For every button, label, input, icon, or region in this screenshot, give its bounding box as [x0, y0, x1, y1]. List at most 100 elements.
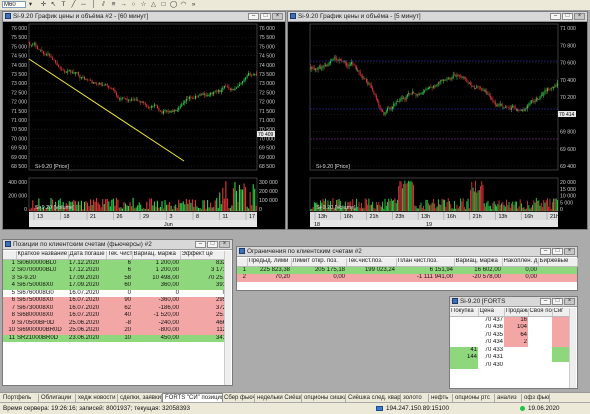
table-row[interactable]: 7 Si6730008X0 16.07.2020 62 -186,00 372 [3, 305, 227, 313]
table-row[interactable]: 6 Si6750008X0 16.07.2020 90 -360,00 295 [3, 297, 227, 305]
candle-body [474, 86, 475, 88]
workspace-tab[interactable]: опционы ртс [453, 394, 495, 402]
maximize-button[interactable]: □ [552, 298, 563, 305]
column-header[interactable]: Дата погаше [68, 251, 106, 259]
close-button[interactable]: × [564, 248, 575, 255]
vertical-scrollbar[interactable] [224, 251, 231, 385]
minimize-button[interactable]: – [550, 13, 561, 20]
window-titlebar[interactable]: Ограничения по клиентским счетам #2 – □ … [237, 247, 577, 257]
hline-icon[interactable]: ─ [80, 1, 87, 8]
line-icon[interactable]: ╱ [70, 1, 77, 8]
column-header[interactable] [3, 251, 16, 259]
column-header[interactable]: Тек. чист [106, 251, 132, 259]
close-button[interactable]: × [272, 13, 283, 20]
workspace-tab[interactable]: Портфель [1, 394, 39, 402]
orderbook-row[interactable]: 70 434 2 [450, 339, 570, 347]
column-header[interactable]: Продажа [504, 308, 528, 316]
workspace-tab[interactable]: сделки, заявки [118, 394, 162, 402]
table-row[interactable]: 11 SR21000BR0D 23.06.2020 10 450,00 341 [3, 335, 227, 343]
workspace-tab[interactable]: золото [401, 394, 429, 402]
table-row[interactable]: 1 Si0600000BL0 17.12.2020 6 1 200,00 832 [3, 259, 227, 267]
orderbook-row[interactable]: 70 435 64 [450, 332, 570, 340]
column-header[interactable]: Покупка [450, 308, 478, 316]
channel-icon[interactable]: ⫽ [100, 1, 107, 8]
ellipse-icon[interactable]: ◯ [170, 1, 177, 8]
table-row[interactable]: 3 Si-9.20 17.09.2020 58 10 498,00 70 257 [3, 275, 227, 283]
table-row[interactable]: 1 225 823,38 205 175,18 199 023,24 6 151,94 1… [237, 266, 577, 274]
column-header[interactable]: Цена [478, 308, 504, 316]
minimize-button[interactable]: – [248, 13, 259, 20]
crosshair-icon[interactable]: ✛ [40, 1, 47, 8]
text-icon[interactable]: T [60, 1, 67, 8]
ray-icon[interactable]: → [120, 1, 127, 8]
column-header[interactable]: Эффект це [180, 251, 227, 259]
minimize-button[interactable]: – [540, 248, 551, 255]
volume-bar [29, 209, 30, 211]
window-titlebar[interactable]: Si-9.20 [FORTS – □ × [450, 297, 577, 307]
price-volume-chart[interactable]: 76 000 76 000 75 500 75 500 75 000 75 000 74 5… [3, 21, 285, 229]
triangle-icon[interactable]: △ [150, 1, 157, 8]
candle-body [399, 99, 400, 101]
table-row[interactable]: 2 70,20 0,00 -1 111 941,00 -20 578,00 0,00 [237, 274, 577, 282]
price-panel[interactable] [29, 24, 257, 170]
column-header[interactable]: Биржевые [538, 258, 577, 266]
workspace-tab[interactable]: недельки Сиёшка [255, 394, 302, 402]
orderbook-row[interactable]: 70 436 104 [450, 324, 570, 332]
price-volume-chart[interactable]: 71 00070 80070 60070 40070 20070 00069 8… [288, 21, 587, 229]
candle-body [509, 107, 510, 109]
candle-body [130, 100, 131, 101]
workspace-tab[interactable]: нефть [429, 394, 453, 402]
workspace-tab[interactable]: хедж новости [76, 394, 118, 402]
fibo-icon[interactable]: ≡ [110, 1, 117, 8]
workspace-tab[interactable]: Сиёшка след. квартал [346, 394, 401, 402]
timeframe-select[interactable]: M60 [2, 1, 26, 8]
workspace-tab[interactable]: Облигации [39, 394, 76, 402]
column-header[interactable]: Вариац. маржа [132, 251, 180, 259]
maximize-button[interactable]: □ [552, 248, 563, 255]
column-header[interactable]: Лимит откр. поз. [291, 258, 346, 266]
table-row[interactable]: 2 Si0700000BL0 17.12.2020 6 1 200,00 3 171 [3, 267, 227, 275]
candle-body [58, 65, 59, 67]
workspace-tab[interactable]: офз фьючи [522, 394, 550, 402]
orderbook-row[interactable]: 70 430 [450, 362, 570, 370]
maximize-button[interactable]: □ [260, 13, 271, 20]
column-header[interactable]: План чист.поз. [396, 258, 454, 266]
column-header[interactable]: Своя по [528, 308, 552, 316]
column-header[interactable]: Предыд. лими [247, 258, 291, 266]
more-icon[interactable]: » [190, 1, 197, 8]
orderbook-row[interactable]: 70 437 16 [450, 316, 570, 324]
vline-icon[interactable]: │ [90, 1, 97, 8]
rect-icon[interactable]: □ [160, 1, 167, 8]
maximize-button[interactable]: □ [562, 13, 573, 20]
column-header[interactable]: Краткое название [16, 251, 68, 259]
table-row[interactable]: 9 Si70500BF0D 25.06.2020 -8 -240,00 466 [3, 320, 227, 328]
close-button[interactable]: × [564, 298, 575, 305]
workspace-tab[interactable]: опционы сишка [302, 394, 346, 402]
arrow-icon[interactable]: ↖ [50, 1, 57, 8]
close-button[interactable]: × [574, 13, 585, 20]
column-header[interactable]: Вариац. маржа [454, 258, 502, 266]
minimize-button[interactable]: – [195, 241, 206, 248]
orderbook-row[interactable]: 41 70 433 [450, 347, 570, 355]
dropdown-arrow-icon[interactable]: ▾ [27, 1, 34, 8]
window-titlebar[interactable]: Позиции по клиентским счетам (фьючерсы) … [3, 240, 232, 250]
candle-body [542, 95, 543, 96]
maximize-button[interactable]: □ [207, 241, 218, 248]
table-row[interactable]: 5Si6760008G016.07.2020000 [3, 290, 227, 298]
workspace-tab[interactable]: анализ [495, 394, 522, 402]
table-row[interactable]: 4 Si6750008X0 17.09.2020 60 360,00 391 [3, 282, 227, 290]
column-header[interactable] [237, 258, 247, 266]
orderbook-row[interactable]: 144 70 431 [450, 354, 570, 362]
close-button[interactable]: × [219, 241, 230, 248]
workspace-tab[interactable]: Сбер фьюч [222, 394, 255, 402]
circle-icon[interactable]: ○ [130, 1, 137, 8]
column-header[interactable]: Тек.чист.поз. [346, 258, 396, 266]
vertical-scrollbar[interactable] [569, 308, 576, 388]
table-row[interactable]: 10 Si6900000BR0D 25.06.2020 20 -800,00 112 [3, 327, 227, 335]
column-header[interactable]: Сиг [552, 308, 570, 316]
minimize-button[interactable]: – [540, 298, 551, 305]
table-row[interactable]: 8 Si6800008X0 16.07.2020 40 -1 520,00 257 [3, 312, 227, 320]
arc-icon[interactable]: ◠ [180, 1, 187, 8]
star-icon[interactable]: ☆ [140, 1, 147, 8]
column-header[interactable]: Накоплен. д [502, 258, 538, 266]
